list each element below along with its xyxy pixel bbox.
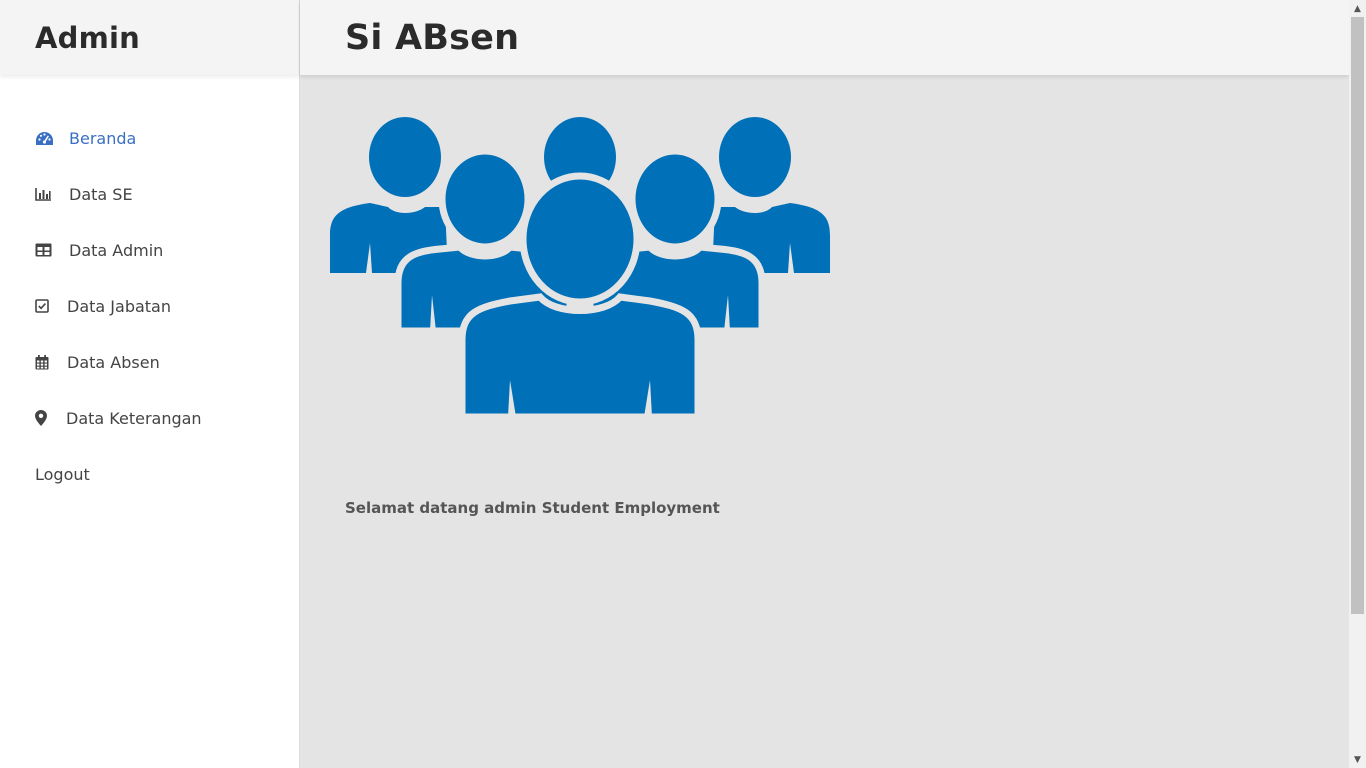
scrollbar-thumb[interactable] <box>1351 17 1364 614</box>
bar-chart-icon <box>35 184 61 204</box>
people-group-icon <box>330 117 830 417</box>
sidebar-item-data-keterangan[interactable]: Data Keterangan <box>0 390 299 446</box>
scroll-down-arrow-icon[interactable]: ▼ <box>1349 751 1366 768</box>
sidebar-item-data-admin[interactable]: Data Admin <box>0 222 299 278</box>
sidebar-item-label: Data Keterangan <box>66 408 202 428</box>
sidebar-item-label: Beranda <box>69 128 137 148</box>
sidebar-item-data-jabatan[interactable]: Data Jabatan <box>0 278 299 334</box>
sidebar-item-label: Data Admin <box>69 240 164 260</box>
sidebar-nav: Beranda Data SE Data Admin Data Jabatan … <box>0 110 299 502</box>
welcome-message: Selamat datang admin Student Employment <box>345 499 720 517</box>
sidebar-title: Admin <box>35 20 141 55</box>
map-marker-icon <box>35 408 58 428</box>
page-title: Si ABsen <box>345 17 520 58</box>
sidebar-item-label: Data SE <box>69 184 133 204</box>
calendar-icon <box>35 352 59 372</box>
sidebar-header: Admin <box>0 0 299 75</box>
sidebar: Admin Beranda Data SE Data Admin Data Ja… <box>0 0 300 768</box>
sidebar-item-label: Data Jabatan <box>67 296 171 316</box>
sidebar-item-data-se[interactable]: Data SE <box>0 166 299 222</box>
sidebar-item-logout[interactable]: Logout <box>0 446 299 502</box>
checkbox-icon <box>35 296 59 316</box>
sidebar-item-beranda[interactable]: Beranda <box>0 110 299 166</box>
topbar: Si ABsen <box>300 0 1349 75</box>
vertical-scrollbar[interactable]: ▲ ▼ <box>1349 0 1366 768</box>
sidebar-item-label: Logout <box>35 464 90 484</box>
sidebar-item-data-absen[interactable]: Data Absen <box>0 334 299 390</box>
table-icon <box>35 240 61 260</box>
dashboard-icon <box>35 128 61 148</box>
main-content: Selamat datang admin Student Employment <box>300 75 1349 768</box>
scroll-up-arrow-icon[interactable]: ▲ <box>1349 0 1366 17</box>
sidebar-item-label: Data Absen <box>67 352 160 372</box>
